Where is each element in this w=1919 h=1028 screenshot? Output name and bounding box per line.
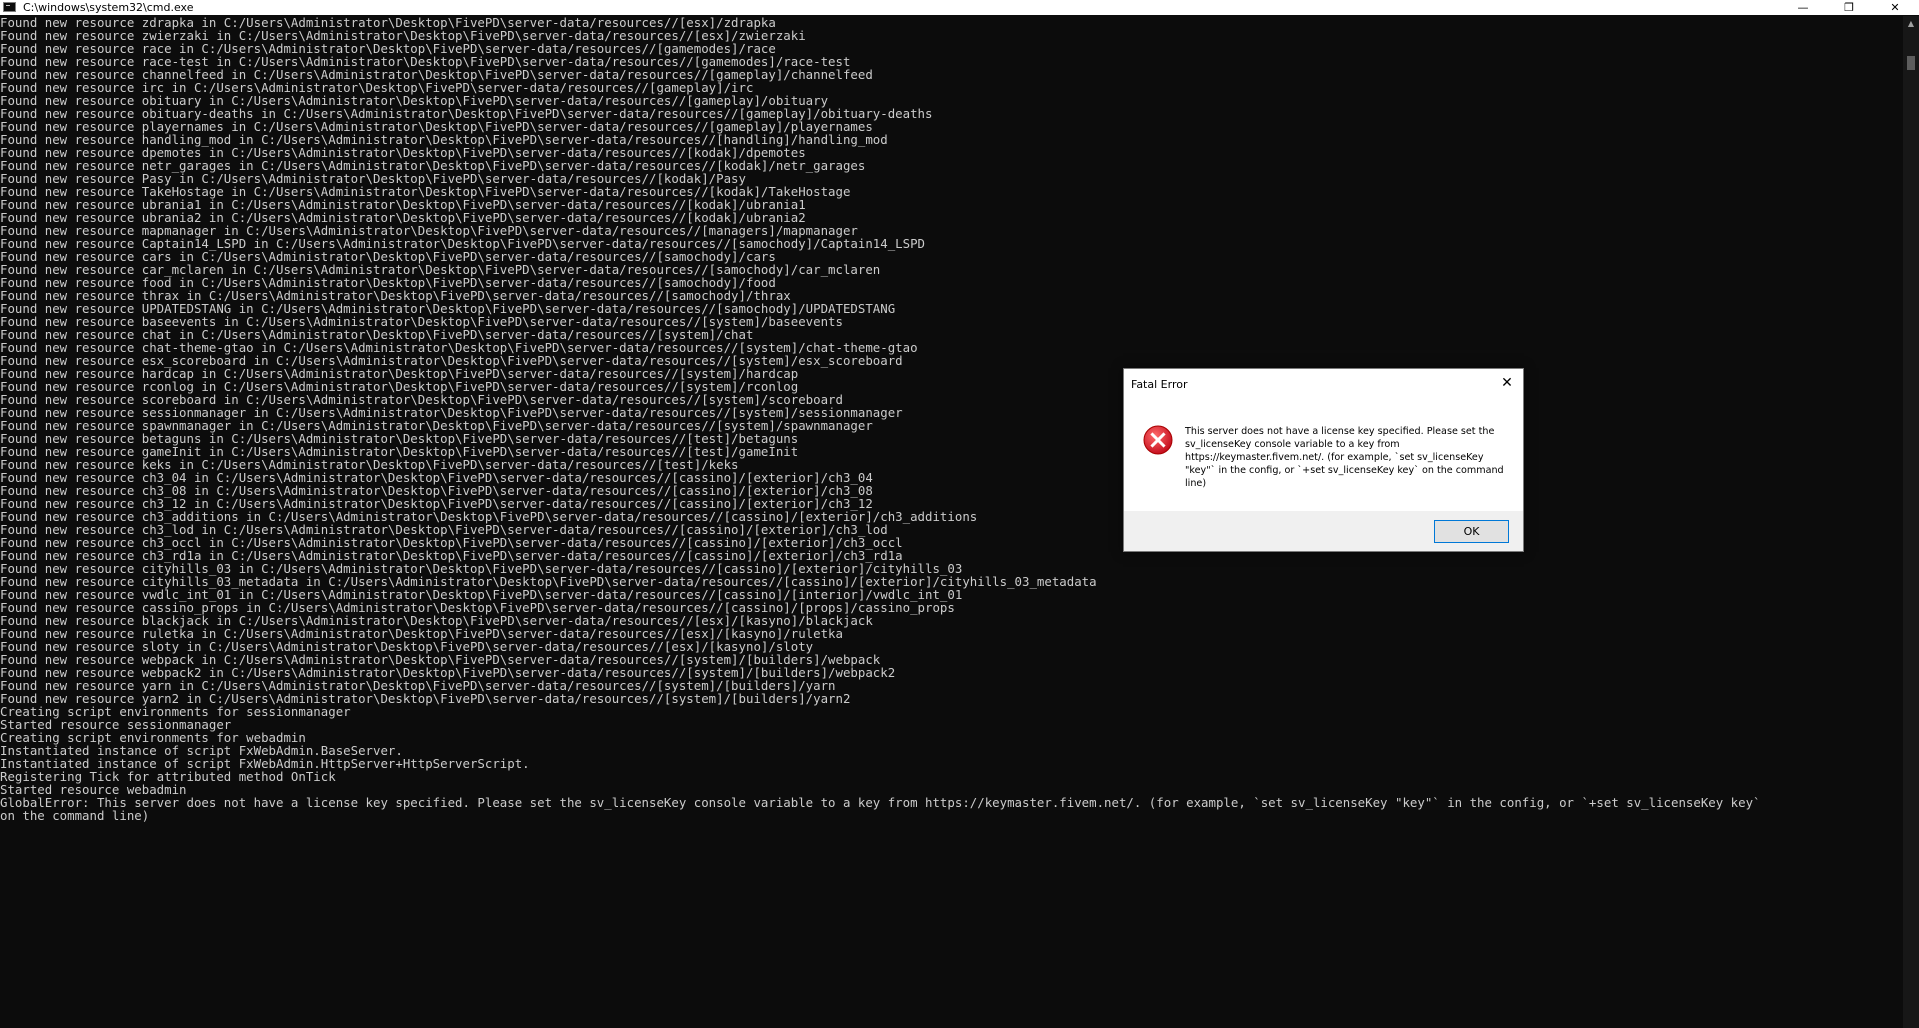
fatal-error-dialog: Fatal Error ✕ This server does not have …	[1123, 368, 1524, 552]
console-line: Creating script environments for session…	[0, 704, 351, 719]
console-app-icon	[3, 2, 16, 12]
ok-button[interactable]: OK	[1434, 520, 1509, 543]
close-window-button[interactable]: ✕	[1872, 0, 1918, 15]
error-icon	[1143, 425, 1173, 455]
scrollbar-thumb[interactable]	[1907, 56, 1915, 70]
dialog-title: Fatal Error	[1131, 378, 1188, 391]
console-output[interactable]: Found new resource zdrapka in C:/Users\A…	[0, 16, 1903, 1028]
window-title: C:\windows\system32\cmd.exe	[23, 1, 194, 14]
dialog-message: This server does not have a license key …	[1185, 426, 1504, 489]
restore-button[interactable]: ❐	[1826, 0, 1872, 15]
vertical-scrollbar[interactable]: ▲	[1903, 16, 1919, 1028]
cmd-window: C:\windows\system32\cmd.exe — ❐ ✕ Found …	[0, 0, 1919, 1028]
console-line: Registering Tick for attributed method O…	[0, 769, 336, 784]
title-bar[interactable]: C:\windows\system32\cmd.exe — ❐ ✕	[0, 0, 1919, 15]
console-line: GlobalError: This server does not have a…	[0, 795, 1761, 810]
dialog-close-button[interactable]: ✕	[1494, 372, 1520, 394]
scroll-up-arrow-icon[interactable]: ▲	[1903, 16, 1919, 32]
dialog-footer: OK	[1124, 511, 1523, 551]
console-line: on the command line)	[0, 808, 150, 823]
minimize-button[interactable]: —	[1780, 0, 1826, 15]
